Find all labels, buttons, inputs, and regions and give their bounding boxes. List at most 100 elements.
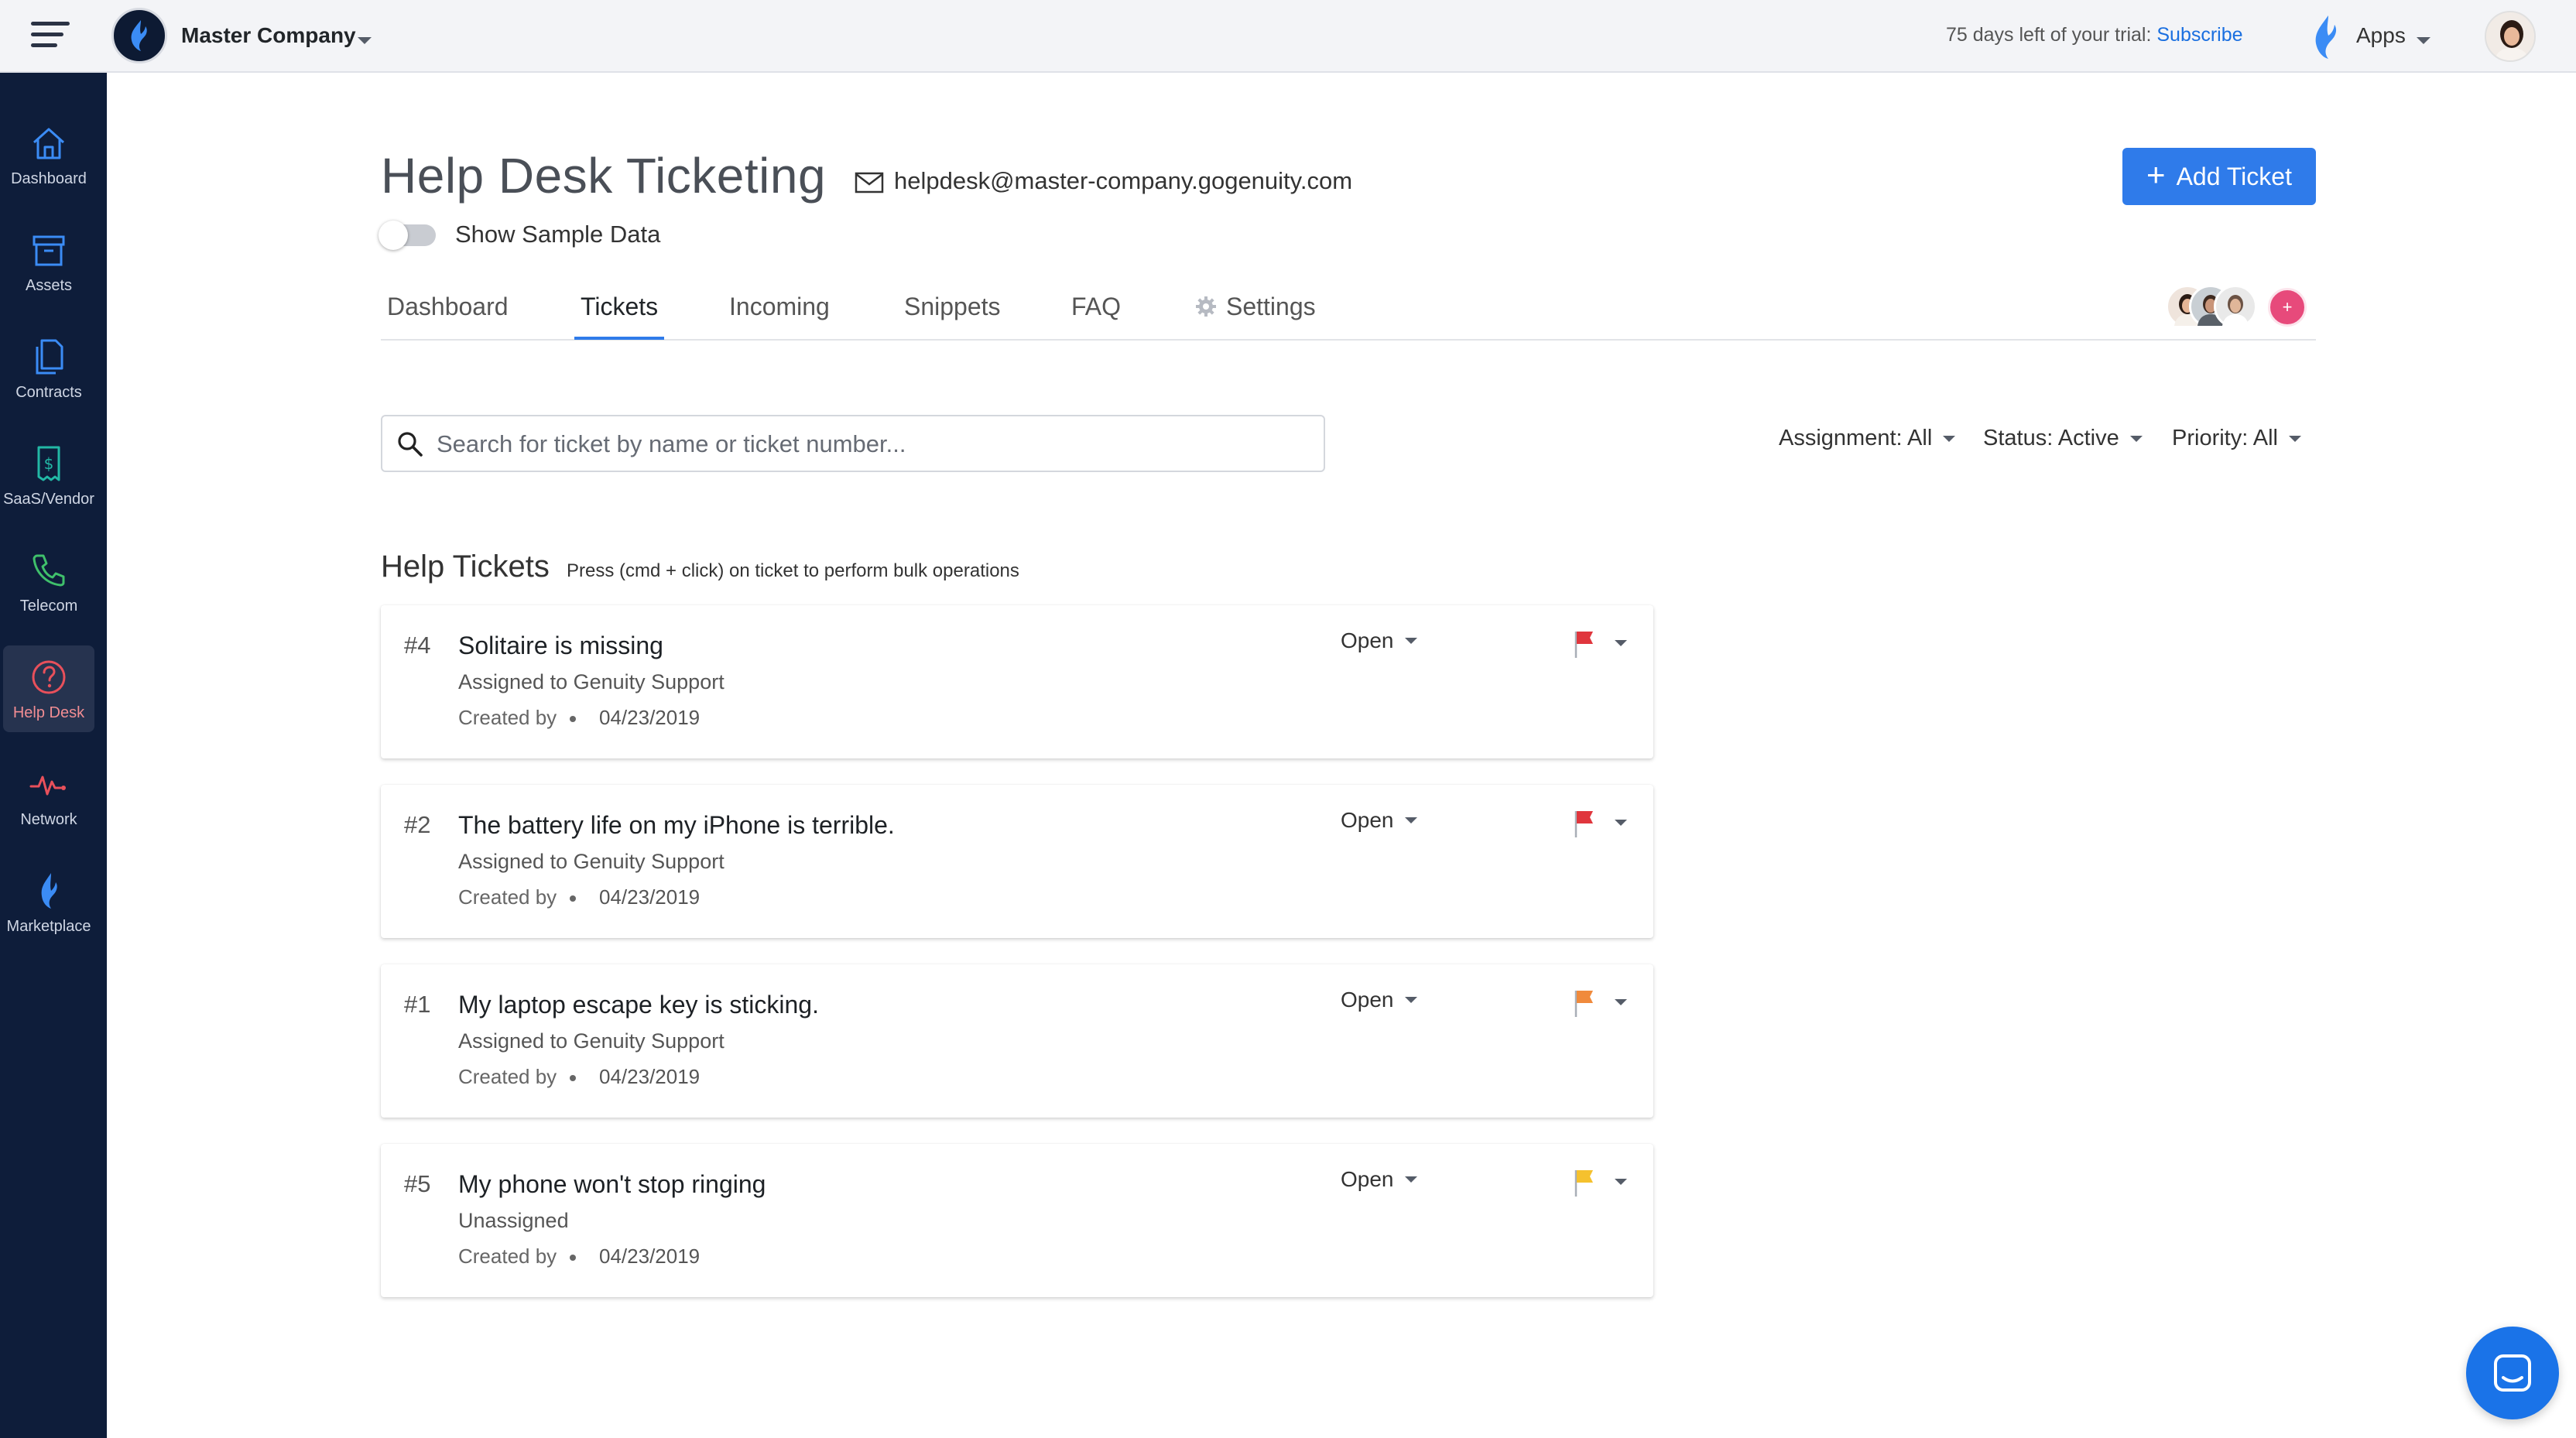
team-avatars[interactable]: + <box>2166 285 2321 331</box>
chevron-down-icon <box>1943 435 1956 442</box>
ticket-status: Open <box>1341 988 1394 1012</box>
apps-flame-icon[interactable] <box>2308 14 2342 64</box>
chevron-down-icon <box>2288 435 2301 442</box>
sidebar-item-label: Network <box>20 811 77 828</box>
sidebar-item-saas-vendor[interactable]: $ SaaS/Vendor <box>3 432 94 519</box>
company-name[interactable]: Master Company <box>181 23 356 48</box>
trial-text: 75 days left of your trial: <box>1946 24 2152 46</box>
add-ticket-label: Add Ticket <box>2176 162 2292 190</box>
gear-icon[interactable] <box>1195 296 1217 321</box>
chevron-down-icon <box>1404 817 1417 823</box>
separator-dot <box>570 895 576 902</box>
priority-dropdown-caret-icon[interactable] <box>1615 636 1627 650</box>
bulk-operations-hint: Press (cmd + click) on ticket to perform… <box>567 560 1019 581</box>
priority-flag-icon[interactable] <box>1573 988 1598 1022</box>
trial-notice: 75 days left of your trial: Subscribe <box>1946 24 2243 46</box>
tab-dashboard[interactable]: Dashboard <box>387 293 509 337</box>
tab-tickets[interactable]: Tickets <box>574 293 665 340</box>
sidebar-item-network[interactable]: Network <box>3 752 94 839</box>
filter-label: Priority: All <box>2172 426 2278 450</box>
priority-dropdown-caret-icon[interactable] <box>1615 816 1627 830</box>
ticket-date: 04/23/2019 <box>599 706 701 729</box>
ticket-number: #2 <box>404 811 431 838</box>
sidebar-item-label: Telecom <box>19 597 78 615</box>
separator-dot <box>570 1255 576 1261</box>
ticket-status-dropdown[interactable]: Open <box>1341 1167 1417 1192</box>
add-ticket-button[interactable]: + Add Ticket <box>2122 148 2316 205</box>
sidebar-item-contracts[interactable]: Contracts <box>3 325 94 412</box>
ticket-card[interactable]: #4 Solitaire is missing Assigned to Genu… <box>381 605 1653 758</box>
plus-icon: + <box>2146 156 2166 193</box>
ticket-number: #1 <box>404 991 431 1018</box>
apps-dropdown-caret-icon[interactable] <box>2417 34 2430 48</box>
chevron-down-icon <box>1404 1176 1417 1183</box>
svg-text:$: $ <box>44 454 54 473</box>
sidebar-item-label: Help Desk <box>12 704 85 721</box>
ticket-search <box>381 415 1325 472</box>
sidebar-item-assets[interactable]: Assets <box>3 218 94 305</box>
sidebar-item-label: Assets <box>25 277 73 294</box>
helpdesk-email[interactable]: helpdesk@master-company.gogenuity.com <box>894 167 1352 195</box>
sidebar-item-telecom[interactable]: Telecom <box>3 539 94 625</box>
tab-faq[interactable]: FAQ <box>1071 293 1121 337</box>
sidebar-item-marketplace[interactable]: Marketplace <box>3 859 94 946</box>
ticket-status-dropdown[interactable]: Open <box>1341 988 1417 1012</box>
ticket-date: 04/23/2019 <box>599 885 701 909</box>
separator-dot <box>570 716 576 722</box>
chat-launcher-button[interactable] <box>2466 1327 2559 1419</box>
help-tickets-heading: Help Tickets <box>381 550 550 584</box>
ticket-title[interactable]: My phone won't stop ringing <box>458 1170 766 1199</box>
team-avatar[interactable] <box>2214 285 2257 328</box>
ticket-assignment: Assigned to Genuity Support <box>458 670 724 693</box>
flame-logo-icon <box>131 20 147 51</box>
flame-icon <box>41 873 57 909</box>
tab-incoming[interactable]: Incoming <box>729 293 830 337</box>
ticket-status-dropdown[interactable]: Open <box>1341 808 1417 833</box>
search-input[interactable] <box>437 426 1303 463</box>
ticket-status-dropdown[interactable]: Open <box>1341 628 1417 653</box>
ticket-card[interactable]: #5 My phone won't stop ringing Unassigne… <box>381 1144 1653 1297</box>
priority-dropdown-caret-icon[interactable] <box>1615 995 1627 1009</box>
ticket-title[interactable]: My laptop escape key is sticking. <box>458 991 819 1019</box>
tab-snippets[interactable]: Snippets <box>904 293 1001 337</box>
question-circle-icon <box>32 660 66 694</box>
sidebar-item-dashboard[interactable]: Dashboard <box>3 111 94 198</box>
archive-box-icon <box>33 235 65 266</box>
priority-dropdown-caret-icon[interactable] <box>1615 1175 1627 1189</box>
priority-filter[interactable]: Priority: All <box>2172 426 2301 451</box>
user-avatar[interactable] <box>2485 11 2536 62</box>
pulse-icon <box>29 775 66 796</box>
sidebar: Dashboard Assets Contracts $ SaaS/Vendor… <box>0 73 107 1438</box>
apps-menu-label[interactable]: Apps <box>2356 23 2406 48</box>
ticket-card[interactable]: #1 My laptop escape key is sticking. Ass… <box>381 964 1653 1118</box>
ticket-title[interactable]: Solitaire is missing <box>458 632 663 660</box>
ticket-created-by: Created by <box>458 1065 557 1088</box>
chevron-down-icon <box>1404 638 1417 644</box>
chevron-down-icon <box>2129 435 2143 442</box>
status-filter[interactable]: Status: Active <box>1983 426 2143 451</box>
sidebar-item-label: Contracts <box>15 384 82 401</box>
add-team-member-button[interactable]: + <box>2268 288 2307 327</box>
sidebar-item-help-desk[interactable]: Help Desk <box>3 645 94 732</box>
priority-flag-icon[interactable] <box>1573 1167 1598 1202</box>
sidebar-item-label: Dashboard <box>11 170 87 187</box>
subscribe-link[interactable]: Subscribe <box>2156 24 2242 46</box>
tab-settings[interactable]: Settings <box>1226 293 1316 337</box>
ticket-title[interactable]: The battery life on my iPhone is terribl… <box>458 811 895 840</box>
sample-data-toggle[interactable] <box>379 221 436 250</box>
separator-dot <box>570 1075 576 1081</box>
ticket-assignment: Unassigned <box>458 1209 569 1232</box>
sample-data-label: Show Sample Data <box>455 221 661 248</box>
receipt-dollar-icon: $ <box>37 446 60 481</box>
ticket-card[interactable]: #2 The battery life on my iPhone is terr… <box>381 785 1653 938</box>
ticket-number: #4 <box>404 632 431 659</box>
priority-flag-icon[interactable] <box>1573 808 1598 843</box>
company-logo[interactable] <box>111 8 167 63</box>
ticket-assignment: Assigned to Genuity Support <box>458 850 724 873</box>
company-dropdown-caret-icon[interactable] <box>358 34 372 48</box>
priority-flag-icon[interactable] <box>1573 628 1598 663</box>
ticket-status: Open <box>1341 808 1394 832</box>
hamburger-menu-icon[interactable] <box>31 22 70 51</box>
assignment-filter[interactable]: Assignment: All <box>1779 426 1956 451</box>
sidebar-item-label: SaaS/Vendor <box>3 491 94 508</box>
